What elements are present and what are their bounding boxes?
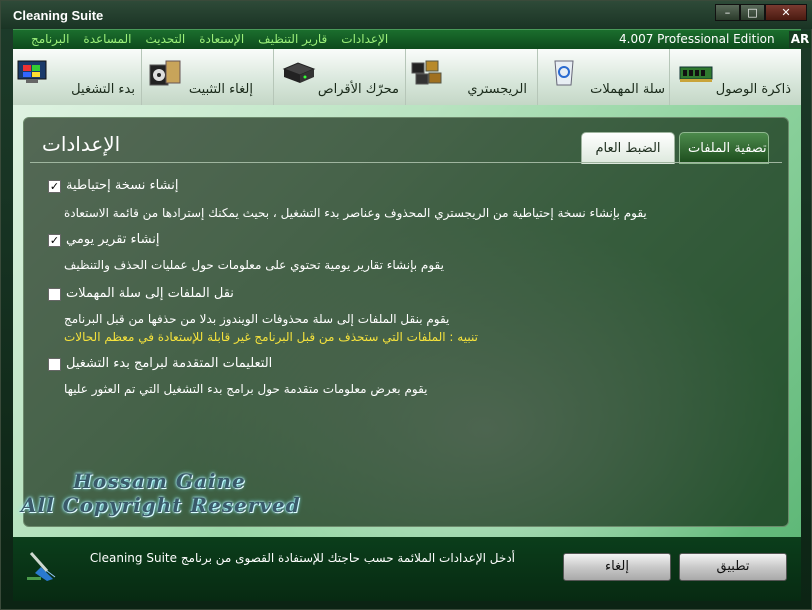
close-button[interactable]: ✕	[765, 4, 807, 21]
nav-tab-memory[interactable]: ذاكرة الوصول	[669, 49, 801, 105]
registry-icon	[411, 60, 442, 85]
nav-tab-disk-drive[interactable]: محرّك الأقراص	[273, 49, 405, 105]
maximize-button[interactable]: □	[740, 4, 765, 21]
backup-checkbox[interactable]: ✓	[48, 180, 61, 193]
apply-button[interactable]: تطبيق	[679, 553, 787, 581]
advanced-startup-description: يقوم بعرض معلومات متقدمة حول برامج بدء ا…	[64, 382, 428, 396]
menu-item-help[interactable]: المساعدة	[83, 32, 131, 46]
menu-bar: البرنامج المساعدة التحديث الإستعادة قاري…	[13, 29, 811, 49]
page-title: الإعدادات	[42, 132, 121, 156]
nav-tab-registry[interactable]: الريجستري	[405, 49, 537, 105]
nav-tab-label: إلغاء التثبيت	[188, 82, 253, 97]
recycle-bin-checkbox[interactable]	[48, 288, 61, 301]
menu-item-restore[interactable]: الإستعادة	[199, 32, 244, 46]
nav-tab-label: محرّك الأقراص	[317, 82, 399, 97]
nav-tab-recycle-bin[interactable]: سلة المهملات	[537, 49, 669, 105]
broom-icon	[27, 552, 56, 581]
recycle-bin-warning: تنبيه : الملفات التي ستحذف من قبل البرنا…	[64, 330, 478, 344]
menu-item-update[interactable]: التحديث	[145, 32, 185, 46]
nav-tab-strip: ذاكرة الوصول سلة المهملات الريجستري محرّ…	[13, 49, 801, 105]
tab-file-filter[interactable]: تصفية الملفات	[679, 132, 769, 164]
daily-report-label: إنشاء تقرير يومي	[66, 232, 160, 247]
menu-item-settings[interactable]: الإعدادات	[341, 32, 388, 46]
watermark-author: Hossam Gaine	[73, 469, 246, 493]
daily-report-checkbox[interactable]: ✓	[48, 234, 61, 247]
title-bar: Cleaning Suite – □ ✕	[1, 1, 812, 29]
backup-description: يقوم بإنشاء نسخة إحتياطية من الريجستري ا…	[64, 206, 647, 220]
uninstall-icon	[149, 60, 181, 86]
advanced-startup-label: التعليمات المتقدمة لبرامج بدء التشغيل	[66, 356, 273, 371]
bottom-bar: أدخل الإعدادات الملائمة حسب حاجتك للإستف…	[13, 537, 801, 601]
tab-divider	[30, 162, 782, 163]
recycle-bin-icon	[554, 60, 574, 86]
hint-text: أدخل الإعدادات الملائمة حسب حاجتك للإستف…	[89, 551, 515, 565]
menu-item-reports[interactable]: قارير التنظيف	[258, 32, 327, 46]
cancel-button[interactable]: إلغاء	[563, 553, 671, 581]
recycle-bin-description: يقوم بنقل الملفات إلى سلة محذوفات الويند…	[64, 312, 450, 326]
nav-tab-label: بدء التشغيل	[71, 82, 135, 97]
menu-item-program[interactable]: البرنامج	[31, 32, 69, 46]
watermark-copyright: All Copyright Reserved	[21, 493, 301, 517]
language-button[interactable]: AR	[789, 31, 811, 48]
nav-tab-uninstall[interactable]: إلغاء التثبيت	[141, 49, 273, 105]
recycle-bin-label: نقل الملفات إلى سلة المهملات	[66, 286, 234, 301]
window-controls: – □ ✕	[715, 4, 807, 21]
window-title: Cleaning Suite	[13, 8, 104, 23]
watermark: Hossam Gaine All Copyright Reserved	[21, 469, 301, 517]
daily-report-description: يقوم بإنشاء تقارير يومية تحتوي على معلوم…	[64, 258, 444, 272]
version-label: 4.007 Professional Edition	[619, 32, 775, 46]
advanced-startup-checkbox[interactable]	[48, 358, 61, 371]
nav-tab-label: الريجستري	[467, 82, 527, 97]
nav-tab-startup[interactable]: بدء التشغيل	[13, 49, 141, 105]
settings-panel: الإعدادات تصفية الملفات الضبط العام ✓ إن…	[23, 117, 789, 527]
disk-drive-icon	[282, 62, 316, 83]
startup-icon	[17, 60, 47, 83]
memory-icon	[679, 66, 713, 82]
minimize-button[interactable]: –	[715, 4, 740, 21]
tab-general-settings[interactable]: الضبط العام	[581, 132, 675, 164]
menu-items: البرنامج المساعدة التحديث الإستعادة قاري…	[31, 32, 388, 46]
nav-tab-label: ذاكرة الوصول	[715, 82, 791, 97]
backup-label: إنشاء نسخة إحتياطية	[66, 178, 179, 193]
app-window: Cleaning Suite – □ ✕ البرنامج المساعدة ا…	[0, 0, 812, 610]
nav-tab-label: سلة المهملات	[590, 82, 665, 97]
